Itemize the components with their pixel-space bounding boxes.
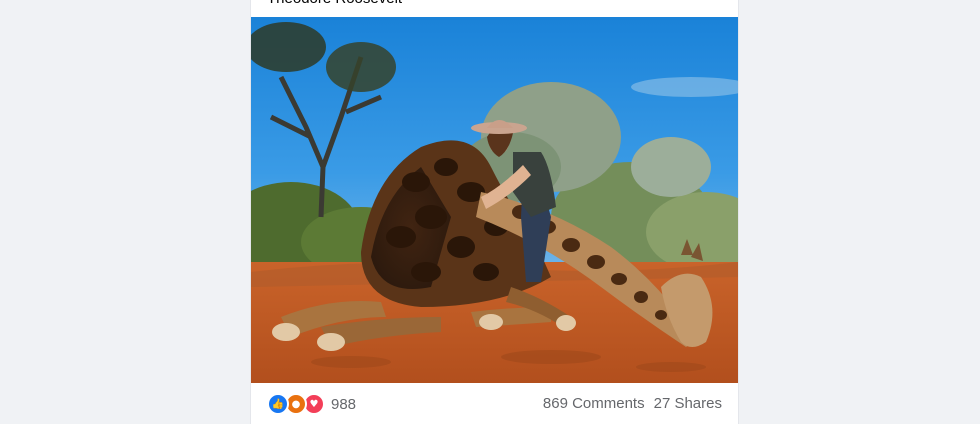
comments-count-link[interactable]: 869 Comments [543,394,645,414]
post-footer: 👍 ● ♥ 988 869 Comments 27 Shares [251,384,738,424]
reactions-summary[interactable]: 👍 ● ♥ 988 [267,393,357,415]
reaction-count: 988 [331,395,357,413]
shares-count-link[interactable]: 27 Shares [654,394,722,414]
feed-post: Theodore Roosevelt [251,0,738,424]
engagement-stats: 869 Comments 27 Shares [543,394,722,414]
post-photo[interactable] [251,17,738,383]
photo-illustration [251,17,738,383]
post-caption: Theodore Roosevelt [267,0,402,14]
like-icon: 👍 [267,393,289,415]
